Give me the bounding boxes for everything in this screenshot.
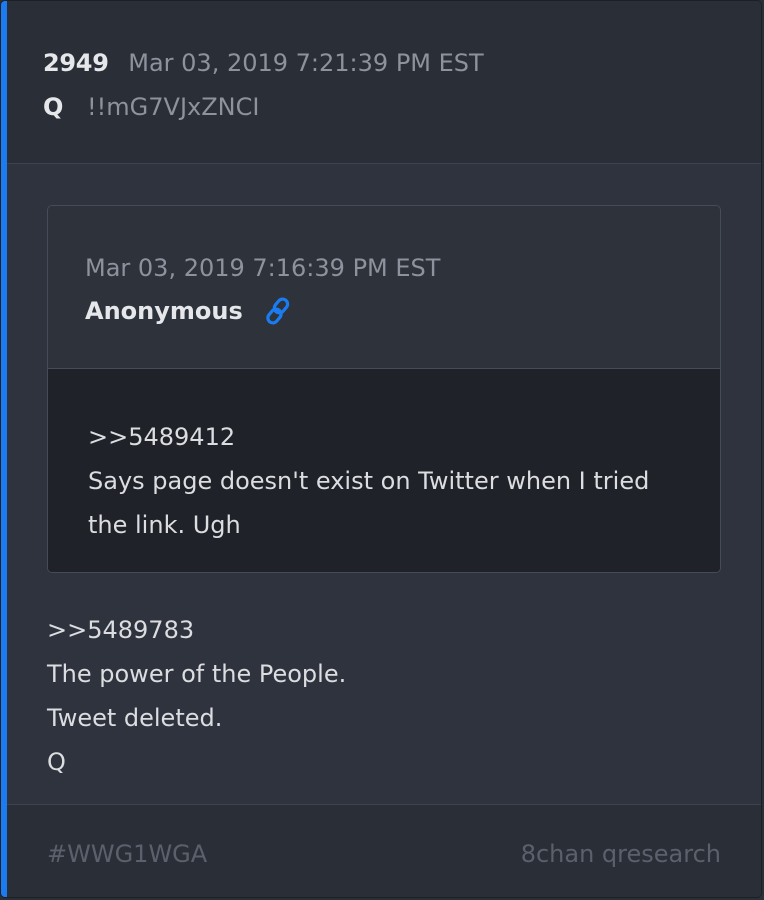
quoted-post-header: Mar 03, 2019 7:16:39 PM EST Anonymous (48, 206, 720, 369)
hashtag[interactable]: #WWG1WGA (47, 838, 207, 870)
link-icon[interactable] (263, 296, 293, 326)
post-meta: 2949 Mar 03, 2019 7:21:39 PM EST (43, 47, 484, 79)
post-number: 2949 (43, 49, 109, 77)
post-text-line: The power of the People. (47, 660, 347, 688)
quoted-post-body: >>5489412 Says page doesn't exist on Twi… (48, 369, 720, 572)
post-text-line: Tweet deleted. (47, 704, 223, 732)
post-source[interactable]: 8chan qresearch (521, 838, 721, 870)
quoted-post-text: Says page doesn't exist on Twitter when … (88, 467, 650, 539)
quoted-post-author-row: Anonymous (85, 295, 293, 327)
post-body: >>5489783 The power of the People. Tweet… (47, 608, 721, 784)
post-header: 2949 Mar 03, 2019 7:21:39 PM EST Q !!mG7… (7, 1, 761, 164)
post-footer: #WWG1WGA 8chan qresearch (7, 804, 761, 897)
post-author: Q (43, 93, 64, 121)
post-author-row: Q !!mG7VJxZNCI (43, 91, 259, 123)
post-reply-ref[interactable]: >>5489783 (47, 608, 721, 652)
quoted-post: Mar 03, 2019 7:16:39 PM EST Anonymous >>… (47, 205, 721, 573)
q-post-card: 2949 Mar 03, 2019 7:21:39 PM EST Q !!mG7… (0, 0, 762, 898)
post-timestamp: Mar 03, 2019 7:21:39 PM EST (128, 49, 484, 77)
post-tripcode: !!mG7VJxZNCI (87, 93, 260, 121)
post-signature: Q (47, 748, 66, 776)
quoted-reply-ref[interactable]: >>5489412 (88, 415, 680, 459)
quoted-post-timestamp: Mar 03, 2019 7:16:39 PM EST (85, 254, 441, 282)
quoted-post-author: Anonymous (85, 297, 243, 325)
